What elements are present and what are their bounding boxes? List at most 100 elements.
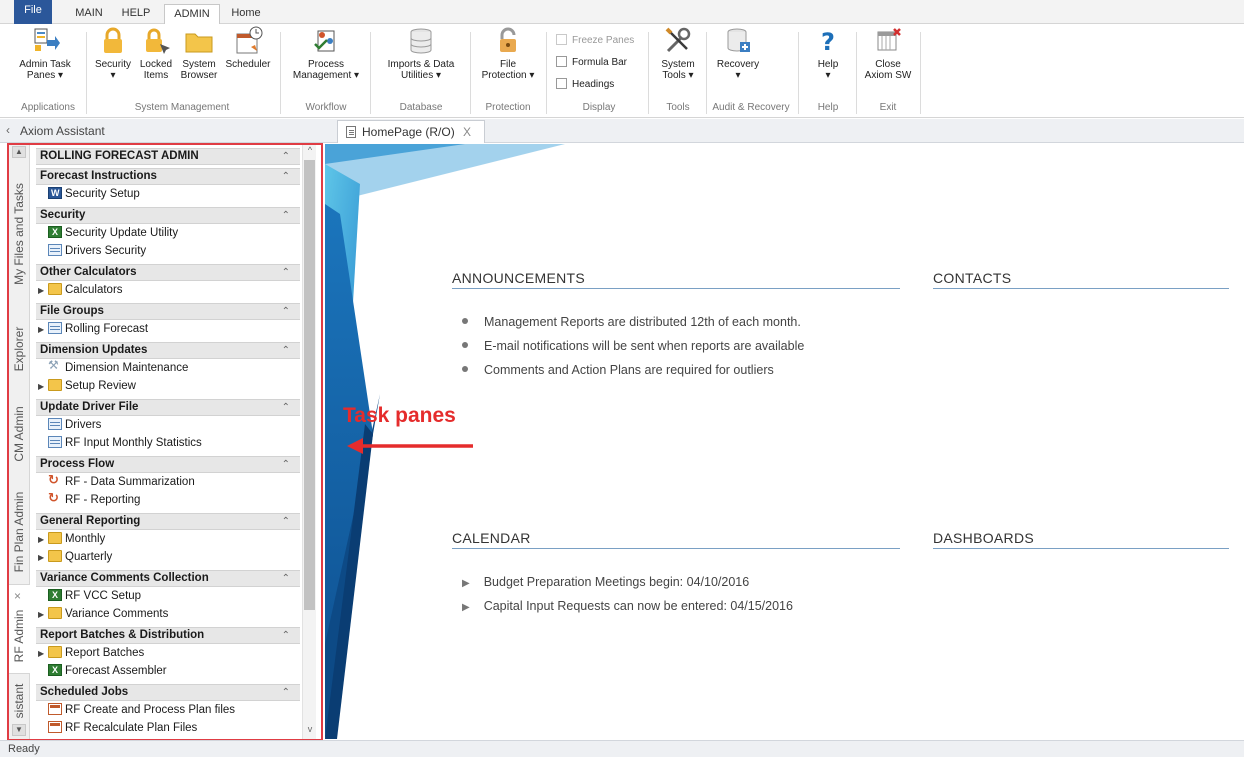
collapse-chevron-icon[interactable]: ⌃	[282, 149, 290, 164]
collapse-chevron-icon[interactable]: ⌃	[282, 265, 290, 280]
section-divider	[933, 288, 1229, 289]
section-header[interactable]: Variance Comments Collection ⌃	[36, 570, 300, 587]
tab-file[interactable]: File	[14, 0, 52, 24]
expand-arrow-icon[interactable]: ▶	[38, 379, 48, 394]
close-axiom-button[interactable]: Close Axiom SW	[860, 26, 916, 81]
close-tab-icon[interactable]: X	[463, 125, 471, 139]
expand-arrow-icon[interactable]: ▶	[38, 646, 48, 661]
scroll-down-icon[interactable]: v	[303, 724, 317, 734]
expand-arrow-icon[interactable]: ▶	[38, 532, 48, 547]
task-item[interactable]: ▶ Report Batches	[38, 646, 144, 661]
tab-main[interactable]: MAIN	[68, 4, 110, 24]
section-header[interactable]: Process Flow ⌃	[36, 456, 300, 473]
task-item[interactable]: ▶ Setup Review	[38, 379, 136, 394]
vtab-my-files-and-tasks[interactable]: My Files and Tasks	[8, 159, 30, 309]
collapse-icon[interactable]: ‹	[6, 123, 10, 137]
locked-items-button[interactable]: Locked Items	[136, 26, 176, 81]
folder-icon	[185, 33, 213, 53]
task-pane-scrollbar[interactable]: ^ v	[302, 144, 316, 739]
scrollbar-thumb[interactable]	[304, 160, 315, 610]
task-item[interactable]: ▶ Calculators	[38, 283, 123, 298]
help-button[interactable]: ? Help ▾	[804, 26, 852, 81]
ribbon: Admin Task Panes ▾ Applications Security…	[0, 24, 1244, 118]
collapse-chevron-icon[interactable]: ⌃	[282, 514, 290, 529]
system-browser-button[interactable]: System Browser	[178, 26, 220, 81]
expand-arrow-icon[interactable]: ▶	[38, 322, 48, 337]
scheduler-button[interactable]: Scheduler	[222, 26, 274, 70]
collapse-chevron-icon[interactable]: ⌃	[282, 457, 290, 472]
vtab-cm-admin[interactable]: CM Admin	[8, 389, 30, 479]
section-divider	[452, 288, 900, 289]
vtab-rf-admin[interactable]: RF Admin ×	[8, 584, 30, 674]
collapse-chevron-icon[interactable]: ⌃	[282, 169, 290, 184]
group-tools: Tools	[666, 102, 690, 113]
expand-arrow-icon[interactable]: ▶	[38, 283, 48, 298]
formula-bar-label: Formula Bar	[572, 57, 628, 68]
scroll-up-icon[interactable]: ^	[303, 145, 317, 155]
task-item[interactable]: Security Update Utility	[48, 225, 178, 241]
formula-bar-checkbox[interactable]: Formula Bar	[556, 56, 627, 69]
process-management-button[interactable]: Process Management ▾	[286, 26, 366, 81]
task-item[interactable]: Forecast Assembler	[48, 663, 167, 679]
vtab-explorer[interactable]: Explorer	[8, 309, 30, 389]
section-header[interactable]: Dimension Updates ⌃	[36, 342, 300, 359]
task-item[interactable]: ▶ Variance Comments	[38, 607, 168, 622]
scroll-down-icon[interactable]: ▼	[12, 724, 26, 736]
task-item[interactable]: Drivers	[48, 418, 101, 433]
task-item[interactable]: RF - Reporting	[48, 490, 140, 508]
section-header[interactable]: Forecast Instructions ⌃	[36, 168, 300, 185]
vtab-label: CM Admin	[12, 406, 26, 462]
tab-homepage-label: HomePage (R/O)	[362, 125, 455, 139]
collapse-chevron-icon[interactable]: ⌃	[282, 304, 290, 319]
group-help: Help	[817, 102, 839, 113]
section-header[interactable]: Update Driver File ⌃	[36, 399, 300, 416]
task-pane-title[interactable]: ROLLING FORECAST ADMIN ⌃	[36, 148, 300, 165]
section-header[interactable]: Report Batches & Distribution ⌃	[36, 627, 300, 644]
task-item[interactable]: Dimension Maintenance	[48, 358, 188, 376]
announcement-item: Comments and Action Plans are required f…	[462, 363, 774, 377]
system-tools-button[interactable]: System Tools ▾	[652, 26, 704, 81]
tab-home[interactable]: Home	[224, 4, 268, 24]
task-item[interactable]: Drivers Security	[48, 244, 146, 259]
collapse-chevron-icon[interactable]: ⌃	[282, 208, 290, 223]
task-item[interactable]: RF - Data Summarization	[48, 472, 195, 490]
vtab-fin-plan-admin[interactable]: Fin Plan Admin	[8, 479, 30, 584]
headings-checkbox[interactable]: Headings	[556, 78, 614, 91]
group-applications: Applications	[21, 102, 75, 113]
task-item[interactable]: Security Setup	[48, 186, 140, 202]
imports-data-utilities-button[interactable]: Imports & Data Utilities ▾	[376, 26, 466, 81]
section-header[interactable]: File Groups ⌃	[36, 303, 300, 320]
collapse-chevron-icon[interactable]: ⌃	[282, 400, 290, 415]
freeze-panes-checkbox[interactable]: Freeze Panes	[556, 34, 634, 47]
file-protection-button[interactable]: File Protection ▾	[474, 26, 542, 81]
section-header[interactable]: Scheduled Jobs ⌃	[36, 684, 300, 701]
collapse-chevron-icon[interactable]: ⌃	[282, 685, 290, 700]
task-item[interactable]: ▶ Monthly	[38, 532, 105, 547]
expand-arrow-icon[interactable]: ▶	[38, 607, 48, 622]
recovery-button[interactable]: Recovery ▾	[710, 26, 766, 81]
section-header[interactable]: General Reporting ⌃	[36, 513, 300, 530]
task-item[interactable]: RF Input Monthly Statistics	[48, 436, 202, 451]
system-browser-label: System Browser	[180, 59, 218, 81]
task-item[interactable]: ▶ Rolling Forecast	[38, 322, 148, 337]
calendar-item: ▶ Budget Preparation Meetings begin: 04/1…	[462, 575, 749, 589]
announcement-text: Management Reports are distributed 12th …	[484, 315, 801, 329]
vtab-assistant[interactable]: sistant	[8, 676, 30, 726]
task-item[interactable]: RF VCC Setup	[48, 588, 141, 604]
tab-help[interactable]: HELP	[116, 4, 156, 24]
close-vtab-icon[interactable]: ×	[14, 589, 21, 603]
collapse-chevron-icon[interactable]: ⌃	[282, 628, 290, 643]
tab-homepage[interactable]: HomePage (R/O) X	[337, 120, 485, 143]
tab-admin[interactable]: ADMIN	[164, 4, 220, 25]
scroll-up-icon[interactable]: ▲	[12, 146, 26, 158]
collapse-chevron-icon[interactable]: ⌃	[282, 343, 290, 358]
expand-arrow-icon[interactable]: ▶	[38, 550, 48, 565]
section-header[interactable]: Other Calculators ⌃	[36, 264, 300, 281]
admin-task-panes-button[interactable]: Admin Task Panes ▾	[14, 26, 76, 81]
section-header[interactable]: Security ⌃	[36, 207, 300, 224]
task-item[interactable]: RF Create and Process Plan files	[48, 703, 235, 718]
task-item[interactable]: RF Recalculate Plan Files	[48, 721, 197, 736]
security-button[interactable]: Security ▾	[90, 26, 136, 81]
collapse-chevron-icon[interactable]: ⌃	[282, 571, 290, 586]
task-item[interactable]: ▶ Quarterly	[38, 550, 112, 565]
